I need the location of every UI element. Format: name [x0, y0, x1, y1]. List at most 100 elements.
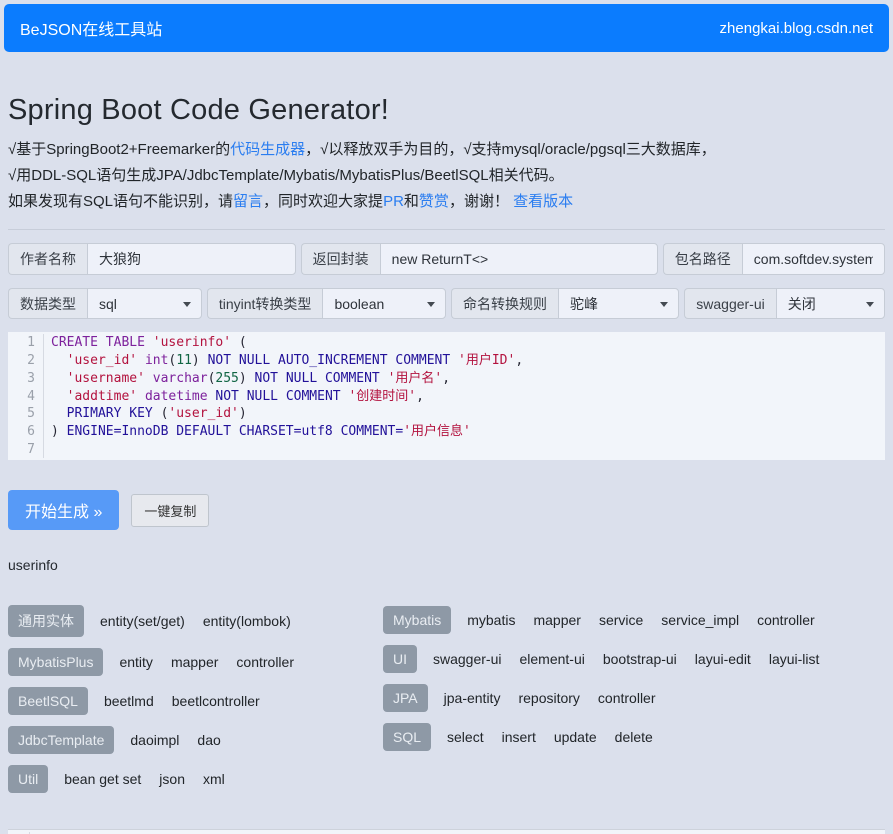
group-badge: 通用实体 [8, 605, 84, 637]
template-link[interactable]: json [159, 771, 185, 787]
view-version-link[interactable]: 查看版本 [513, 193, 573, 210]
template-link[interactable]: swagger-ui [433, 651, 501, 667]
group-badge: JdbcTemplate [8, 726, 114, 754]
return-wrapper-field: 返回封装 [301, 243, 658, 275]
generator-group: BeetlSQL beetlmd beetlcontroller [8, 686, 383, 715]
tinyint-type-select[interactable]: boolean [322, 288, 446, 319]
code-generator-link[interactable]: 代码生成器 [230, 141, 305, 158]
generate-button[interactable]: 开始生成 » [8, 490, 119, 530]
intro-line3-a: 如果发现有SQL语句不能识别，请 [8, 193, 233, 210]
line-number: 2 [8, 352, 44, 370]
line-number: 3 [8, 370, 44, 388]
form-row-2: 数据类型 sql tinyint转换类型 boolean 命名转换规则 驼峰 s… [8, 288, 885, 319]
data-type-select[interactable]: sql [87, 288, 202, 319]
template-link[interactable]: mapper [533, 612, 580, 628]
pr-link[interactable]: PR [383, 193, 404, 210]
chevron-down-icon [183, 302, 191, 307]
intro-line3-d: ，谢谢！ [449, 193, 513, 210]
return-wrapper-label: 返回封装 [301, 243, 380, 275]
header-bar: BeJSON在线工具站 zhengkai.blog.csdn.net [4, 4, 889, 52]
author-name-input[interactable] [87, 243, 296, 275]
template-link[interactable]: daoimpl [130, 732, 179, 748]
template-link[interactable]: entity [119, 654, 152, 670]
intro-line3-c: 和 [404, 193, 419, 210]
template-link[interactable]: element-ui [519, 651, 584, 667]
template-link[interactable]: jpa-entity [444, 690, 501, 706]
template-link[interactable]: service_impl [661, 612, 739, 628]
site-link[interactable]: zhengkai.blog.csdn.net [720, 20, 873, 37]
swagger-ui-value: 关闭 [788, 294, 816, 314]
copy-button[interactable]: 一键复制 [131, 494, 209, 527]
tinyint-type-field: tinyint转换类型 boolean [207, 288, 446, 319]
code-line: CREATE TABLE 'userinfo' ( [44, 334, 247, 352]
template-link[interactable]: layui-edit [695, 651, 751, 667]
generator-groups: 通用实体 entity(set/get) entity(lombok) Mybatis… [8, 605, 885, 803]
naming-rule-value: 驼峰 [570, 294, 598, 314]
template-link[interactable]: entity(lombok) [203, 613, 291, 629]
template-link[interactable]: entity(set/get) [100, 613, 185, 629]
code-line [44, 441, 51, 459]
return-wrapper-input[interactable] [380, 243, 658, 275]
naming-rule-label: 命名转换规则 [451, 288, 558, 319]
template-link[interactable]: xml [203, 771, 225, 787]
template-link[interactable]: bootstrap-ui [603, 651, 677, 667]
table-name-label: userinfo [8, 557, 885, 573]
brand-title[interactable]: BeJSON在线工具站 [20, 16, 162, 40]
generator-group: Mybatismybatismapperserviceservice_implc… [383, 605, 885, 634]
template-link[interactable]: mybatis [467, 612, 515, 628]
intro-line1-b: ，√以释放双手为目的，√支持mysql/oracle/pgsql三大数据库， [305, 141, 716, 158]
chevron-down-icon [866, 302, 874, 307]
template-link[interactable]: bean get set [64, 771, 141, 787]
template-link[interactable]: controller [236, 654, 294, 670]
template-link[interactable]: delete [615, 729, 653, 745]
template-link[interactable]: select [447, 729, 484, 745]
template-link[interactable]: beetlmd [104, 693, 154, 709]
template-link[interactable]: controller [757, 612, 815, 628]
code-line: PRIMARY KEY ('user_id') [44, 405, 247, 423]
template-link[interactable]: layui-list [769, 651, 820, 667]
template-link[interactable]: service [599, 612, 643, 628]
package-path-input[interactable] [742, 243, 885, 275]
group-badge: Util [8, 765, 48, 793]
line-number: 7 [8, 441, 44, 459]
template-link[interactable]: beetlcontroller [172, 693, 260, 709]
package-path-label: 包名路径 [663, 243, 742, 275]
generator-group: JdbcTemplate daoimpl dao [8, 725, 383, 754]
line-number: 6 [8, 423, 44, 441]
swagger-ui-select[interactable]: 关闭 [776, 288, 885, 319]
template-link[interactable]: mapper [171, 654, 218, 670]
group-badge: BeetlSQL [8, 687, 88, 715]
generator-group: JPA jpa-entity repository controller [383, 683, 885, 712]
swagger-ui-label: swagger-ui [684, 288, 775, 319]
code-line: ) ENGINE=InnoDB DEFAULT CHARSET=utf8 COM… [44, 423, 471, 441]
template-link[interactable]: insert [502, 729, 536, 745]
tinyint-type-value: boolean [334, 296, 384, 312]
template-link[interactable]: repository [518, 690, 579, 706]
group-badge: JPA [383, 684, 428, 712]
chevron-down-icon [660, 302, 668, 307]
data-type-field: 数据类型 sql [8, 288, 202, 319]
group-badge: MybatisPlus [8, 648, 103, 676]
donate-link[interactable]: 赞赏 [419, 193, 449, 210]
package-path-field: 包名路径 [663, 243, 885, 275]
data-type-label: 数据类型 [8, 288, 87, 319]
intro-line3-b: ，同时欢迎大家提 [263, 193, 383, 210]
generator-group: Util bean get set json xml [8, 764, 383, 793]
main-content: Spring Boot Code Generator! √基于SpringBoo… [0, 94, 893, 834]
data-type-value: sql [99, 296, 117, 312]
generator-group: MybatisPlus entity mapper controller [8, 647, 383, 676]
divider [8, 229, 885, 230]
actions-row: 开始生成 » 一键复制 [8, 490, 885, 530]
groups-right-column: Mybatismybatismapperserviceservice_implc… [383, 605, 885, 761]
sql-editor[interactable]: 1CREATE TABLE 'userinfo' (2 'user_id' in… [8, 332, 885, 460]
group-badge: UI [383, 645, 417, 673]
leave-message-link[interactable]: 留言 [233, 193, 263, 210]
naming-rule-field: 命名转换规则 驼峰 [451, 288, 679, 319]
template-link[interactable]: update [554, 729, 597, 745]
form-row-1: 作者名称 返回封装 包名路径 [8, 243, 885, 275]
output-code-editor[interactable]: 1import java.io.Serializable;2import lom… [8, 829, 885, 834]
intro-line1-a: √基于SpringBoot2+Freemarker的 [8, 141, 230, 158]
naming-rule-select[interactable]: 驼峰 [558, 288, 679, 319]
template-link[interactable]: dao [197, 732, 220, 748]
template-link[interactable]: controller [598, 690, 656, 706]
